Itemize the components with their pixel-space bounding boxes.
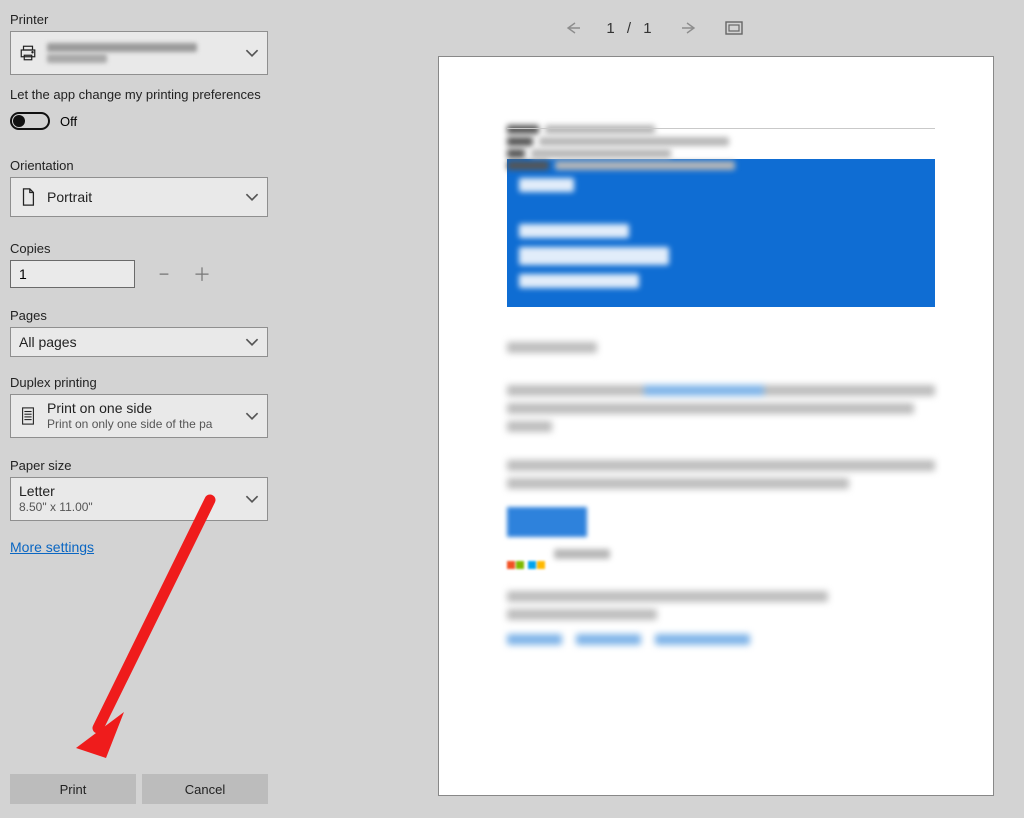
orientation-value: Portrait [47, 189, 92, 205]
preview-toolbar: 1 / 1 [282, 18, 1024, 38]
paper-size-value: Letter [19, 483, 93, 500]
print-preview-area: 1 / 1 [282, 0, 1024, 818]
printer-icon [19, 44, 37, 62]
chevron-down-icon [245, 409, 259, 423]
page-counter: 1 / 1 [606, 20, 655, 37]
paper-size-dropdown[interactable]: Letter 8.50" x 11.00" [10, 477, 268, 521]
copies-increment-button[interactable]: ＋ [193, 265, 211, 283]
more-settings-link[interactable]: More settings [10, 539, 268, 555]
copies-input[interactable] [10, 260, 135, 288]
prev-page-button[interactable] [562, 18, 582, 38]
email-cta-button-preview [507, 507, 587, 537]
next-page-button[interactable] [680, 18, 700, 38]
duplex-subtext: Print on only one side of the pa [47, 417, 212, 431]
orientation-dropdown[interactable]: Portrait [10, 177, 268, 217]
paper-size-label: Paper size [10, 458, 268, 473]
email-hero-banner [507, 159, 935, 307]
app-prefs-toggle[interactable] [10, 112, 50, 130]
paper-size-subtext: 8.50" x 11.00" [19, 500, 93, 514]
duplex-label: Duplex printing [10, 375, 268, 390]
page-preview [438, 56, 994, 796]
chevron-down-icon [245, 190, 259, 204]
print-button[interactable]: Print [10, 774, 136, 804]
chevron-down-icon [245, 46, 259, 60]
pages-dropdown[interactable]: All pages [10, 327, 268, 357]
print-settings-panel: Printer Let the app change my printing p… [0, 0, 282, 818]
copies-decrement-button[interactable]: − [155, 265, 173, 283]
duplex-dropdown[interactable]: Print on one side Print on only one side… [10, 394, 268, 438]
duplex-icon [19, 407, 37, 425]
fit-page-button[interactable] [724, 18, 744, 38]
copies-label: Copies [10, 241, 268, 256]
printer-dropdown[interactable] [10, 31, 268, 75]
chevron-down-icon [245, 335, 259, 349]
printer-label: Printer [10, 12, 268, 27]
duplex-value: Print on one side [47, 400, 212, 417]
pages-label: Pages [10, 308, 268, 323]
cancel-button[interactable]: Cancel [142, 774, 268, 804]
microsoft-logo-icon [507, 561, 524, 569]
portrait-page-icon [19, 188, 37, 206]
app-prefs-label: Let the app change my printing preferenc… [10, 87, 268, 102]
pages-value: All pages [19, 334, 77, 350]
app-prefs-state: Off [60, 114, 77, 129]
orientation-label: Orientation [10, 158, 268, 173]
printer-name-blurred [47, 41, 197, 65]
chevron-down-icon [245, 492, 259, 506]
